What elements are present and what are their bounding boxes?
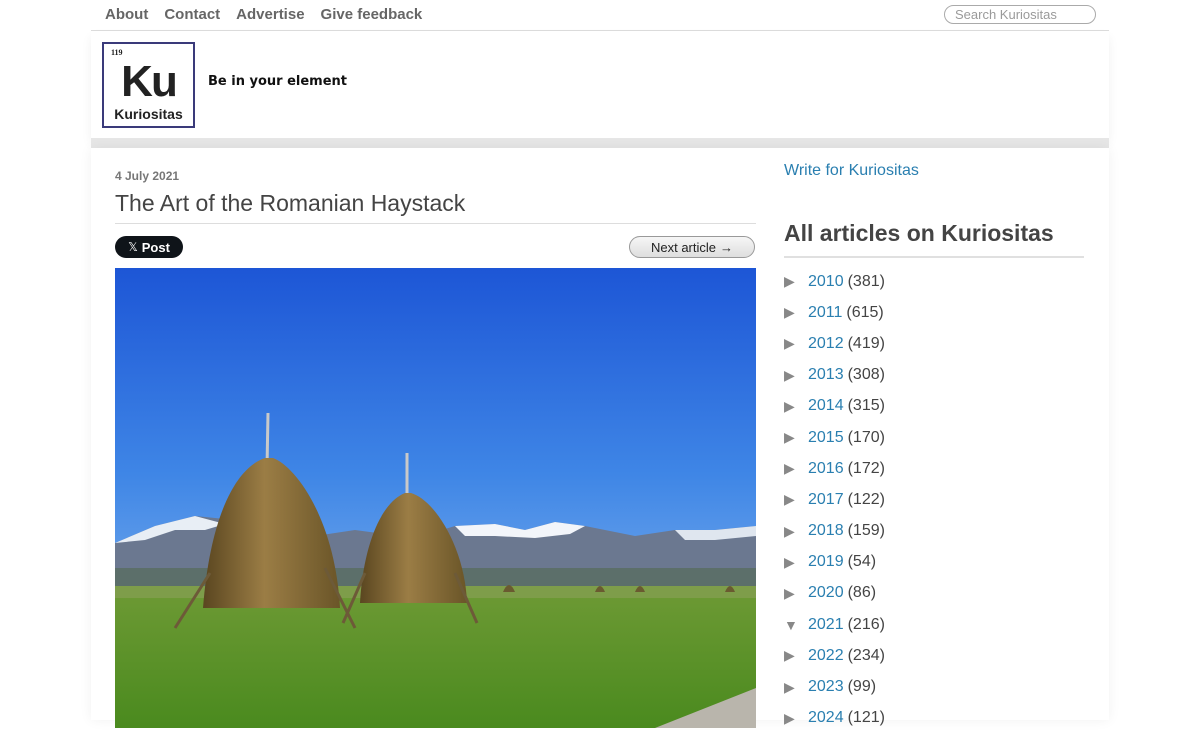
article-photo [115, 268, 756, 728]
archive-item: ▶ 2012 (419) [784, 328, 885, 359]
article-title: The Art of the Romanian Haystack [115, 190, 756, 224]
archive-item: ▶ 2023 (99) [784, 671, 885, 702]
archive-count: (419) [847, 334, 885, 352]
archive-count: (121) [847, 709, 885, 727]
nav-advertise-link[interactable]: Advertise [236, 6, 304, 23]
triangle-right-icon[interactable]: ▶ [784, 398, 808, 415]
main-content: 4 July 2021 The Art of the Romanian Hays… [91, 148, 1109, 728]
logo-symbol: Ku [121, 57, 178, 106]
archive-year-link[interactable]: 2021 [808, 616, 844, 634]
archive-item: ▶ 2016 (172) [784, 453, 885, 484]
site-logo[interactable]: 119 Ku Kuriositas [102, 42, 195, 128]
next-article-label: Next article [650, 239, 717, 255]
logo-name: Kuriositas [114, 106, 183, 122]
triangle-down-icon[interactable]: ▼ [784, 617, 808, 633]
archive-year-link[interactable]: 2012 [808, 335, 844, 353]
triangle-right-icon[interactable]: ▶ [784, 710, 808, 727]
archive-year-link[interactable]: 2016 [808, 460, 844, 478]
nav-contact-link[interactable]: Contact [164, 6, 220, 23]
archive-year-link[interactable]: 2019 [808, 553, 844, 571]
triangle-right-icon[interactable]: ▶ [784, 679, 808, 696]
archive-year-link[interactable]: 2022 [808, 647, 844, 665]
archive-item: ▶ 2019 (54) [784, 547, 885, 578]
nav-about-link[interactable]: About [105, 6, 148, 23]
archive-year-link[interactable]: 2018 [808, 522, 844, 540]
archive-item: ▶ 2018 (159) [784, 516, 885, 547]
archive-count: (122) [847, 490, 885, 508]
archive-year-link[interactable]: 2010 [808, 273, 844, 291]
top-nav-links: About Contact Advertise Give feedback [105, 6, 422, 23]
archive-year-link[interactable]: 2024 [808, 709, 844, 727]
triangle-right-icon[interactable]: ▶ [784, 429, 808, 446]
archive-item: ▶ 2013 (308) [784, 360, 885, 391]
triangle-right-icon[interactable]: ▶ [784, 585, 808, 602]
haystack-landscape-image [115, 268, 756, 728]
triangle-right-icon[interactable]: ▶ [784, 460, 808, 477]
archive-year-link[interactable]: 2023 [808, 678, 844, 696]
archive-count: (172) [847, 459, 885, 477]
archive-year-link[interactable]: 2015 [808, 429, 844, 447]
archive-count: (315) [847, 397, 885, 415]
archive-count: (99) [847, 678, 877, 696]
header-divider-band [91, 138, 1109, 148]
archive-year-link[interactable]: 2011 [808, 304, 842, 322]
archive-item: ▶ 2020 (86) [784, 578, 885, 609]
article-date: 4 July 2021 [115, 169, 180, 183]
triangle-right-icon[interactable]: ▶ [784, 335, 808, 352]
right-arrow-icon: → [720, 239, 734, 255]
archive-year-link[interactable]: 2013 [808, 366, 844, 384]
archive-count: (159) [847, 522, 885, 540]
search-input[interactable] [944, 5, 1096, 24]
triangle-right-icon[interactable]: ▶ [784, 554, 808, 571]
archive-list: ▶ 2010 (381) ▶ 2011 (615) ▶ 2012 (419) ▶ 2013 (308)… [784, 266, 885, 734]
archive-item: ▶ 2024 (121) [784, 703, 885, 734]
archive-year-link[interactable]: 2014 [808, 397, 844, 415]
next-article-button[interactable]: Next article → [629, 236, 755, 258]
triangle-right-icon[interactable]: ▶ [784, 491, 808, 508]
top-nav: About Contact Advertise Give feedback [91, 0, 1109, 31]
x-post-button[interactable]: 𝕏 Post [115, 236, 183, 258]
archive-title: All articles on Kuriositas [784, 220, 1084, 258]
triangle-right-icon[interactable]: ▶ [784, 647, 808, 664]
archive-year-link[interactable]: 2017 [808, 491, 844, 509]
archive-year-link[interactable]: 2020 [808, 584, 844, 602]
archive-item: ▼ 2021 (216) [784, 609, 885, 640]
archive-item: ▶ 2022 (234) [784, 640, 885, 671]
triangle-right-icon[interactable]: ▶ [784, 304, 808, 321]
archive-count: (615) [846, 303, 884, 321]
triangle-right-icon[interactable]: ▶ [784, 367, 808, 384]
nav-feedback-link[interactable]: Give feedback [321, 6, 423, 23]
archive-item: ▶ 2014 (315) [784, 391, 885, 422]
archive-count: (381) [847, 272, 885, 290]
archive-count: (216) [847, 615, 885, 633]
archive-count: (54) [847, 553, 877, 571]
archive-count: (170) [847, 428, 885, 446]
write-for-link[interactable]: Write for Kuriositas [784, 162, 919, 180]
x-post-label: Post [141, 239, 170, 255]
archive-count: (308) [847, 366, 885, 384]
archive-count: (234) [847, 646, 885, 664]
triangle-right-icon[interactable]: ▶ [784, 523, 808, 540]
archive-count: (86) [847, 584, 877, 602]
archive-item: ▶ 2010 (381) [784, 266, 885, 297]
triangle-right-icon[interactable]: ▶ [784, 273, 808, 290]
x-logo-icon: 𝕏 [128, 240, 138, 254]
archive-item: ▶ 2017 (122) [784, 484, 885, 515]
site-tagline: Be in your element [208, 74, 348, 89]
site-header: 119 Ku Kuriositas Be in your element [91, 31, 1109, 138]
archive-item: ▶ 2015 (170) [784, 422, 885, 453]
archive-item: ▶ 2011 (615) [784, 297, 885, 328]
